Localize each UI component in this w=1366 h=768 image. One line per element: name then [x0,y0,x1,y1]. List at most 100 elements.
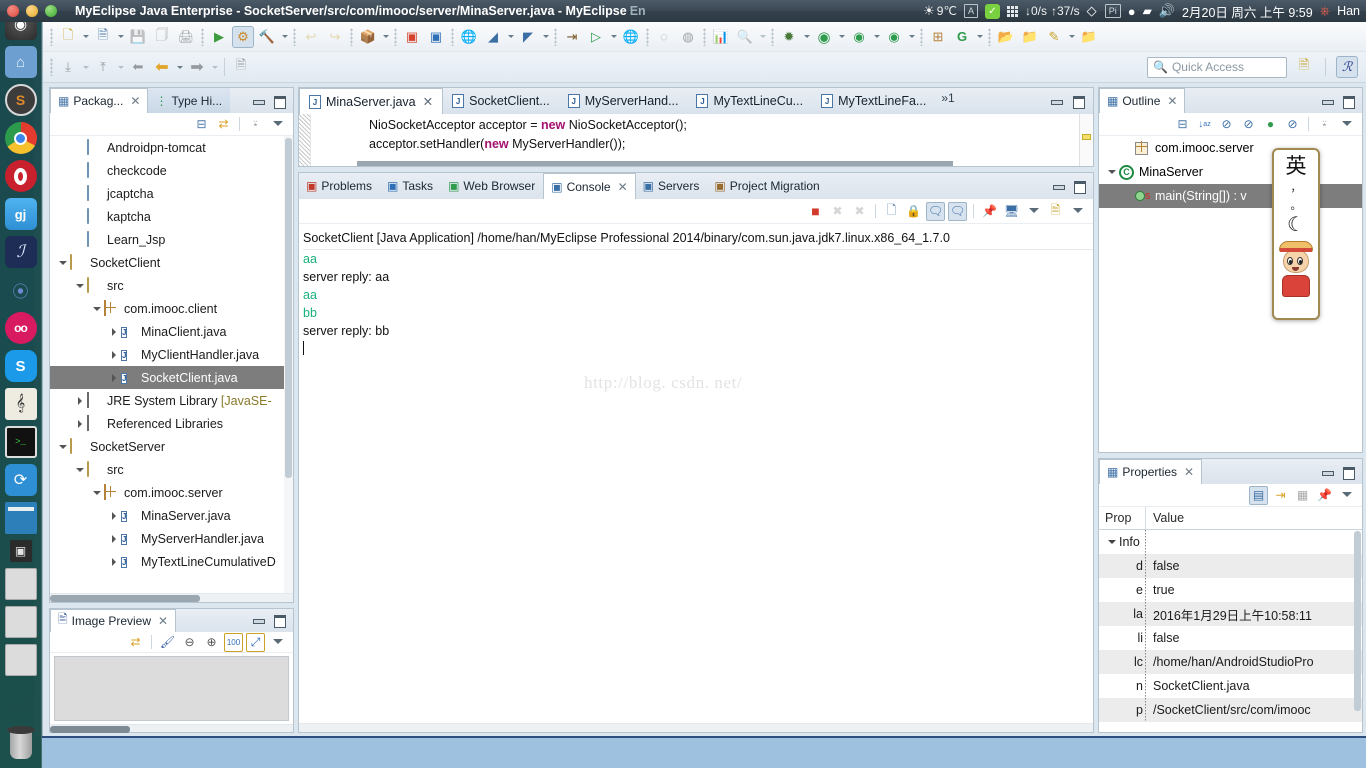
uml-dropdown[interactable] [540,27,551,47]
save-button[interactable]: 💾 [127,26,149,48]
outline-item[interactable]: com.imooc.server [1099,136,1362,160]
collapse-all-button[interactable]: ⊟ [192,115,211,134]
link-with-editor-button[interactable]: ⇄ [126,633,145,652]
step-into-button[interactable]: ⤓ [57,56,79,78]
launcher-item-window-3[interactable] [4,644,37,676]
ime-indicator-popup[interactable]: 英 ， 。 ☾ [1272,148,1320,320]
tree-item[interactable]: src [50,458,293,481]
tree-item[interactable]: J MyServerHandler.java [50,527,293,550]
show-console-on-error-button[interactable]: 🗨 [948,201,967,221]
open-type-button[interactable]: ◌ [653,26,675,48]
column-divider[interactable] [1145,530,1146,554]
step-return-dropdown[interactable] [115,57,126,77]
open-package-button[interactable]: 📁 [1078,26,1100,48]
wifi-icon[interactable]: ◇ [1087,3,1098,19]
sort-alphabetically-button[interactable]: ↓ a z [1195,115,1214,134]
remove-all-launches-button[interactable]: ✖ [850,202,869,221]
run-server-dropdown[interactable] [608,27,619,47]
messaging-icon[interactable]: ● [1128,4,1136,19]
minimize-icon[interactable] [252,614,265,626]
forward-navigate-button[interactable]: ➡ [186,56,208,78]
uml-model-button[interactable]: ◤ [517,26,539,48]
editor-code-lines[interactable]: NioSocketAcceptor acceptor = new NioSock… [311,114,1093,166]
ime-comma-label[interactable]: ， [1291,179,1302,195]
console-hscrollbar[interactable] [299,723,1093,732]
zoom-in-button[interactable]: ⊕ [202,633,221,652]
tree-item[interactable]: src [50,274,293,297]
hide-non-public-button[interactable]: ⊘ [1217,115,1236,134]
clear-console-button[interactable]: 🗋 [882,202,901,221]
window-maximize-button[interactable] [45,5,57,17]
minimize-icon[interactable] [1052,180,1065,192]
zoom-100-button[interactable]: 100 [224,632,243,652]
scroll-thumb[interactable] [1354,531,1361,711]
export-jar-button[interactable]: ⇥ [561,26,583,48]
step-into-dropdown[interactable] [80,57,91,77]
editor-horizontal-scrollbar[interactable] [357,161,953,166]
tab-properties[interactable]: ▦ Properties ✕ [1099,459,1203,484]
tree-twisty[interactable] [90,487,104,499]
editor-tab[interactable]: J SocketClient... [443,88,559,114]
step-return-button[interactable]: ⤒ [92,56,114,78]
close-icon[interactable]: ✕ [423,94,433,109]
view-menu-button[interactable] [268,633,287,652]
tree-twisty[interactable] [107,328,121,336]
display-selected-console-button[interactable]: 🖥 [1002,202,1021,221]
remove-launch-button[interactable]: ✖ [828,202,847,221]
properties-row[interactable]: la 2016年1月29日上午10:58:11 [1099,602,1362,626]
show-advanced-button[interactable]: ⇥ [1271,486,1290,505]
save-all-button[interactable]: 🗍 [151,26,173,48]
build-hammer-button[interactable]: 🔨 [256,26,278,48]
volume-icon[interactable]: 🔊 [1159,3,1175,19]
refresh-button[interactable]: ◍ [677,26,699,48]
search-dropdown[interactable] [757,27,768,47]
show-categories-button[interactable]: ▤ [1249,485,1268,505]
tree-twisty[interactable] [107,512,121,520]
bottom-tab-tasks[interactable]: ▣ Tasks [380,173,441,199]
bottom-tab-web-browser[interactable]: ▣ Web Browser [441,173,543,199]
display-console-dropdown[interactable] [1024,202,1043,221]
code-editor[interactable]: NioSocketAcceptor acceptor = new NioSock… [299,114,1093,166]
tree-item[interactable]: J SocketClient.java [50,366,293,389]
bottom-tab-project-migration[interactable]: ▣ Project Migration [707,173,827,199]
search-button[interactable]: 🔍 [734,26,756,48]
matisse-dropdown[interactable] [505,27,516,47]
tray-datetime[interactable]: 2月20日 周六 上午 9:59 [1182,2,1313,21]
myeclipse-perspective-button[interactable]: ℛ [1336,56,1358,78]
tree-twisty[interactable] [107,351,121,359]
launcher-item-window-2[interactable] [4,606,37,638]
undo-button[interactable]: ↩ [300,26,322,48]
tree-twisty[interactable] [107,374,121,382]
launcher-item-google-chrome[interactable] [4,122,37,154]
package-explorer-tree[interactable]: Androidpn-tomcat checkcode jcaptcha kaptcha… [50,136,293,593]
editor-tab[interactable]: J MyTextLineCu... [687,88,812,114]
external-tools-dropdown[interactable] [906,27,917,47]
properties-row[interactable]: e true [1099,578,1362,602]
toolbar-drag-handle[interactable] [50,27,53,46]
web-20-button[interactable]: 🌐 [458,26,480,48]
scroll-thumb[interactable] [285,138,292,478]
editor-tab[interactable]: J MinaServer.java ✕ [299,88,444,114]
minimize-icon[interactable] [1321,466,1334,478]
back-history-button[interactable]: ⬅ [127,56,149,78]
bottom-tab-servers[interactable]: ▣ Servers [636,173,708,199]
tree-item[interactable]: J MyTextLineCumulativeD [50,550,293,573]
launcher-item-terminal[interactable]: >_ [4,426,37,458]
show-console-on-output-button[interactable]: 🗨 [926,201,945,221]
new-editor-button[interactable]: 🗎 [230,56,252,78]
matisse-designer-button[interactable]: ◢ [482,26,504,48]
bottom-tab-console[interactable]: ▣ Console ✕ [543,173,636,199]
fit-to-window-button[interactable]: ⤢ [246,632,265,652]
more-editor-tabs-button[interactable]: »1 [935,88,960,114]
package-explorer-link-dropdown[interactable] [380,27,391,47]
properties-table[interactable]: Prop Value Info d false e true la 2016年1月29日上午… [1099,507,1362,732]
close-icon[interactable]: ✕ [1167,94,1177,108]
tree-item[interactable]: Learn_Jsp [50,228,293,251]
tree-twisty[interactable] [73,280,87,292]
outline-item[interactable]: Smain(String[]) : v [1099,184,1362,208]
new-gwt-dropdown[interactable] [974,27,985,47]
close-icon[interactable]: ✕ [158,614,168,628]
new-db-red-button[interactable]: ▣ [401,26,423,48]
new-package-button[interactable]: ⊞ [927,26,949,48]
close-icon[interactable]: ✕ [618,180,628,194]
